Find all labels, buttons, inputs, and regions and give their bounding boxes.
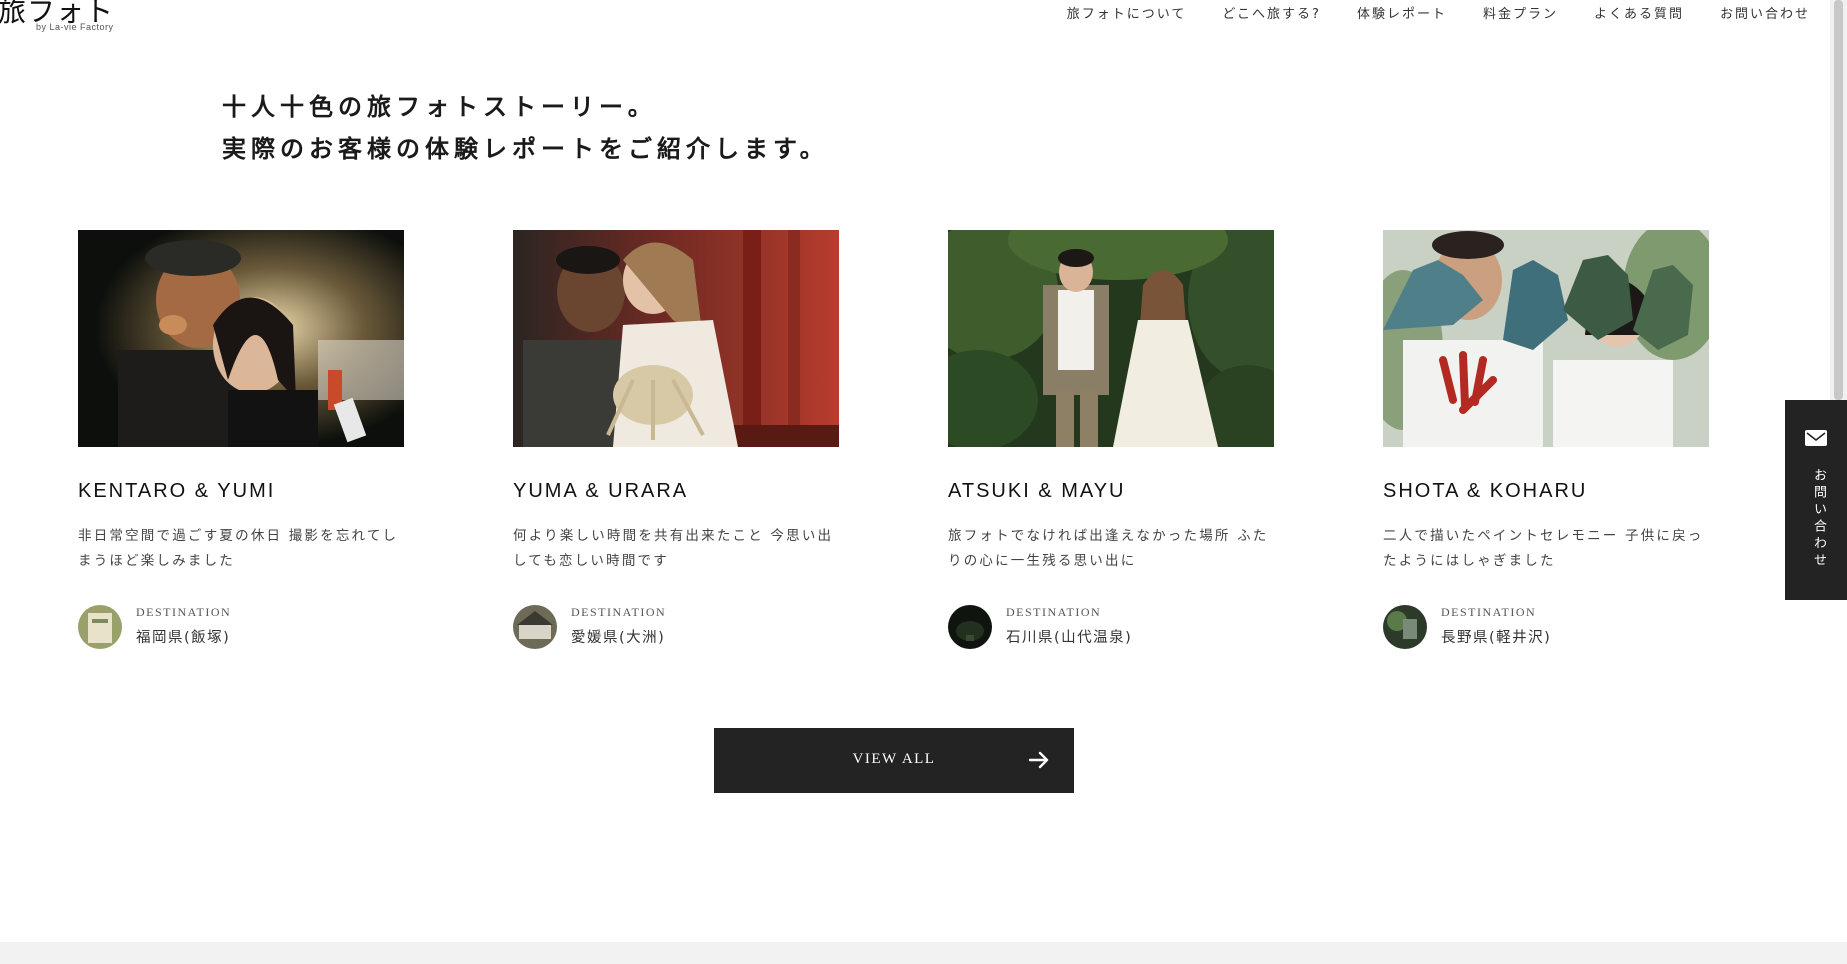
destination: DESTINATION 石川県(山代温泉) <box>948 605 1274 649</box>
lead-line-1: 十人十色の旅フォトストーリー。 <box>222 93 657 121</box>
report-text: 二人で描いたペイントセレモニー 子供に戻ったようにはしゃぎました <box>1383 528 1704 569</box>
report-cards: KENTARO & YUMI 非日常空間で過ごす夏の休日 撮影を忘れてしまうほど… <box>78 230 1710 650</box>
scrollbar-thumb[interactable] <box>1834 0 1843 400</box>
side-contact-label: お問い合わせ <box>1811 468 1826 570</box>
report-card-kentaro-yumi[interactable]: KENTARO & YUMI 非日常空間で過ごす夏の休日 撮影を忘れてしまうほど… <box>78 230 404 649</box>
nav-reports[interactable]: 体験レポート <box>1357 3 1447 22</box>
report-photo[interactable] <box>1383 230 1709 447</box>
scrollbar[interactable] <box>1830 0 1847 400</box>
nav-contact[interactable]: お問い合わせ <box>1720 3 1810 22</box>
destination: DESTINATION 愛媛県(大洲) <box>513 605 839 649</box>
destination-label: DESTINATION <box>1006 605 1102 619</box>
report-card-atsuki-mayu[interactable]: ATSUKI & MAYU 旅フォトでなければ出逢えなかった場所 ふたりの心に一… <box>948 230 1274 649</box>
view-all-button[interactable]: VIEW ALL <box>714 728 1074 793</box>
report-title: ATSUKI & MAYU <box>948 480 1126 502</box>
report-card-shota-koharu[interactable]: SHOTA & KOHARU 二人で描いたペイントセレモニー 子供に戻ったように… <box>1383 230 1709 649</box>
section-lead: 十人十色の旅フォトストーリー。 実際のお客様の体験レポートをご紹介します。 <box>222 86 829 170</box>
nav-destinations[interactable]: どこへ旅する? <box>1222 3 1321 22</box>
footer-band <box>0 942 1847 964</box>
destination-place: 愛媛県(大洲) <box>571 630 666 646</box>
report-card-yuma-urara[interactable]: YUMA & URARA 何より楽しい時間を共有出来たこと 今思い出しても恋しい… <box>513 230 839 649</box>
report-text: 非日常空間で過ごす夏の休日 撮影を忘れてしまうほど楽しみました <box>78 528 399 569</box>
site-logo[interactable]: 旅フォト by La-vie Factory <box>0 0 113 34</box>
nav-pricing[interactable]: 料金プラン <box>1483 3 1558 22</box>
destination-thumbnail <box>513 605 557 649</box>
destination-place: 石川県(山代温泉) <box>1006 630 1133 646</box>
destination-thumbnail <box>78 605 122 649</box>
mail-icon <box>1805 430 1827 446</box>
report-text: 旅フォトでなければ出逢えなかった場所 ふたりの心に一生残る思い出に <box>948 528 1269 569</box>
destination-place: 長野県(軽井沢) <box>1441 630 1552 646</box>
destination-thumbnail <box>1383 605 1427 649</box>
view-all-label: VIEW ALL <box>852 751 936 767</box>
destination: DESTINATION 福岡県(飯塚) <box>78 605 404 649</box>
destination-label: DESTINATION <box>571 605 667 619</box>
report-photo[interactable] <box>513 230 839 447</box>
report-title: SHOTA & KOHARU <box>1383 480 1588 502</box>
global-nav: 旅フォトについて どこへ旅する? 体験レポート 料金プラン よくある質問 お問い… <box>1067 3 1810 22</box>
report-title: YUMA & URARA <box>513 480 689 502</box>
destination-label: DESTINATION <box>1441 605 1537 619</box>
lead-line-2: 実際のお客様の体験レポートをご紹介します。 <box>222 135 829 163</box>
destination-label: DESTINATION <box>136 605 232 619</box>
nav-about[interactable]: 旅フォトについて <box>1067 3 1187 22</box>
destination: DESTINATION 長野県(軽井沢) <box>1383 605 1709 649</box>
logo-subtitle: by La-vie Factory <box>36 22 114 32</box>
nav-faq[interactable]: よくある質問 <box>1594 3 1684 22</box>
arrow-right-icon <box>1028 751 1049 769</box>
report-text: 何より楽しい時間を共有出来たこと 今思い出しても恋しい時間です <box>513 528 834 569</box>
side-contact-tab[interactable]: お問い合わせ <box>1785 400 1847 600</box>
report-title: KENTARO & YUMI <box>78 480 276 502</box>
destination-thumbnail <box>948 605 992 649</box>
report-photo[interactable] <box>78 230 404 447</box>
destination-place: 福岡県(飯塚) <box>136 630 231 646</box>
report-photo[interactable] <box>948 230 1274 447</box>
